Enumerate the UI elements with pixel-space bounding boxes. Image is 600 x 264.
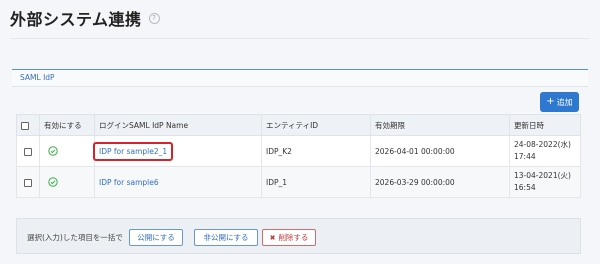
select-all-checkbox[interactable] [21,121,29,130]
add-button[interactable]: + 追加 [540,92,579,112]
idp-name-link[interactable]: IDP for sample6 [99,178,159,187]
delete-button[interactable]: ✖ 削除する [262,229,316,246]
valid-cell [39,135,95,167]
expiry-cell: 2026-04-01 00:00:00 [370,135,510,167]
updated-cell: 13-04-2021(火) 16:54 [509,166,581,198]
column-header-entity-id[interactable]: エンティティID [261,114,371,136]
plus-icon: + [546,96,555,107]
bulk-action-panel: 選択(入力)した項目を一括で 公開にする 非公開にする ✖ 削除する [16,218,581,254]
publish-button[interactable]: 公開にする [129,229,183,246]
row-select-cell [16,166,40,198]
column-header-name[interactable]: ログインSAML IdP Name [94,114,262,136]
bulk-action-label: 選択(入力)した項目を一括で [27,233,123,242]
updated-time: 16:54 [514,183,536,192]
add-button-label: 追加 [556,97,573,107]
table-header-row: 有効にする ログインSAML IdP Name エンティティID 有効期限 更新… [16,114,581,136]
highlight-box: IDP for sample2_1 [93,141,174,161]
entity-id-cell: IDP_K2 [261,135,371,167]
select-all-cell [16,114,40,136]
row-checkbox[interactable] [24,178,32,187]
page-header: 外部システム連携 ? [10,6,160,30]
valid-cell [39,166,95,198]
section-header: SAML IdP [12,69,588,87]
unpublish-button[interactable]: 非公開にする [194,229,258,246]
updated-time: 17:44 [514,152,536,161]
updated-date: 13-04-2021(火) [514,171,571,180]
column-header-updated[interactable]: 更新日時 [509,114,581,136]
updated-cell: 24-08-2022(水) 17:44 [509,135,581,167]
section-title: SAML IdP [20,73,55,82]
row-checkbox[interactable] [24,147,32,156]
column-header-expiry[interactable]: 有効期限 [370,114,510,136]
name-cell: IDP for sample2_1 [93,135,262,167]
idp-table: 有効にする ログインSAML IdP Name エンティティID 有効期限 更新… [16,114,581,198]
close-icon: ✖ [269,233,276,242]
page-title: 外部システム連携 [10,10,142,29]
entity-id-cell: IDP_1 [261,166,371,198]
expiry-cell: 2026-03-29 00:00:00 [370,166,510,198]
name-cell: IDP for sample6 [94,166,262,198]
column-header-valid[interactable]: 有効にする [39,114,95,136]
check-circle-icon [48,146,58,156]
row-select-cell [16,135,40,167]
table-row: IDP for sample2_1 IDP_K2 2026-04-01 00:0… [16,135,581,167]
table-row: IDP for sample6 IDP_1 2026-03-29 00:00:0… [16,166,581,198]
updated-date: 24-08-2022(水) [514,140,571,149]
delete-button-label: 削除する [278,233,309,242]
header-divider [10,38,590,39]
idp-name-link[interactable]: IDP for sample2_1 [99,147,167,156]
question-circle-icon[interactable]: ? [148,12,160,24]
check-circle-icon [48,177,58,187]
